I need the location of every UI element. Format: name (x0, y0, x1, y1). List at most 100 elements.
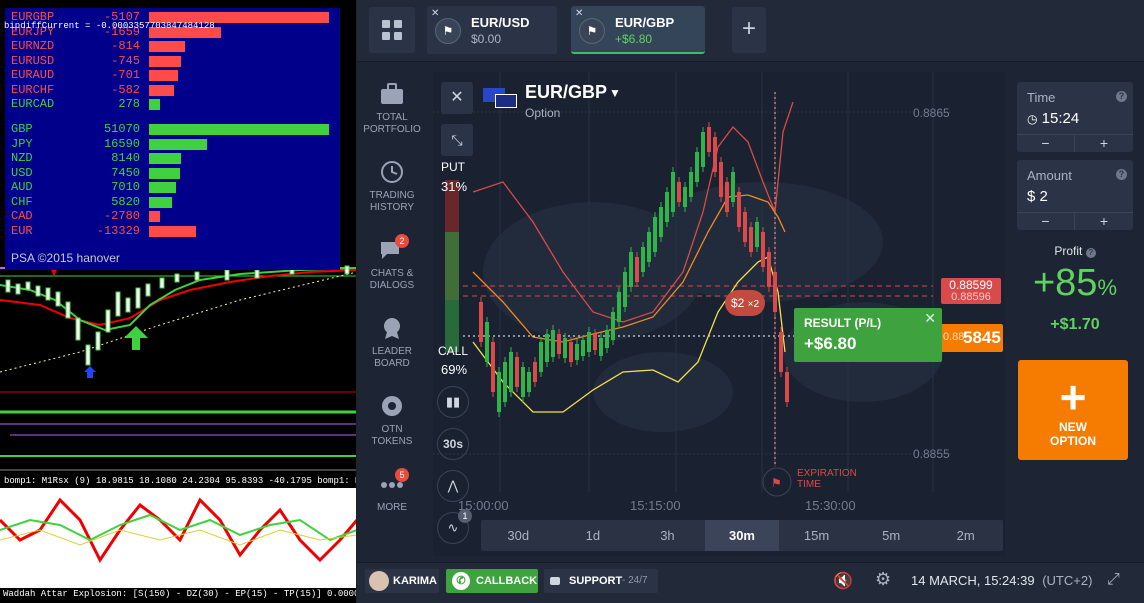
briefcase-icon (379, 82, 405, 106)
strength-name: NZD (11, 151, 33, 165)
price-chart[interactable]: 15:00:00 15:15:00 15:30:00 0.8865 0.8855… (433, 72, 1005, 556)
asset-tab-eurgbp[interactable]: ✕ ⚑ EUR/GBP +$6.80 (571, 6, 705, 54)
collapse-button[interactable]: ⤡ (441, 124, 473, 156)
level-price-a: 0.88599 (949, 278, 993, 292)
call-label: CALL (438, 344, 469, 358)
sidebar-item-otn-tokens[interactable]: OTN TOKENS (357, 394, 427, 448)
help-icon[interactable]: ? (1116, 91, 1127, 102)
chart-asset-name: EUR/GBP (525, 82, 608, 102)
strength-bar (149, 99, 160, 110)
expiration-label: EXPIRATION TIME (797, 468, 857, 490)
timeframe-15m[interactable]: 15m (779, 520, 854, 551)
support-button[interactable]: SUPPORT - 24/7 (544, 569, 658, 593)
close-result-icon[interactable]: ✕ (924, 310, 936, 327)
strength-name: EURCAD (11, 97, 55, 111)
time-value[interactable]: ◷ 15:24 (1027, 110, 1079, 127)
timeframe-2m[interactable]: 2m (928, 520, 1003, 551)
strength-value: -582 (111, 82, 140, 97)
waddah-label: Waddah Attar Explosion: [S(150) - DZ(30)… (3, 589, 357, 599)
strength-name: CHF (11, 194, 33, 209)
timeframe-30m[interactable]: 30m (704, 520, 780, 551)
timeframe-30d[interactable]: 30d (481, 520, 556, 551)
help-icon[interactable]: ? (1085, 248, 1096, 258)
strength-name: EUR (11, 223, 33, 238)
current-price-value: 5845 (963, 328, 1001, 347)
asset-grid-button[interactable] (369, 7, 415, 53)
deal-multiplier: ×2 (747, 299, 760, 310)
result-popup: RESULT (P/L) +$6.80 ✕ (794, 308, 942, 362)
fullscreen-icon[interactable]: ⤢ (1107, 571, 1120, 589)
user-profile-button[interactable]: KARIMA (365, 569, 439, 593)
strength-value: 16590 (103, 136, 140, 151)
sidebar-item-more[interactable]: 5 MORE (357, 468, 427, 514)
amount-plus-button[interactable]: + (1075, 212, 1133, 230)
sidebar-item-history[interactable]: TRADING HISTORY (357, 160, 427, 214)
asset-tab-name: EUR/GBP (615, 15, 675, 30)
sidebar-item-label: LEADER BOARD (371, 346, 412, 369)
settings-gear-icon[interactable]: ⚙ (875, 569, 891, 590)
timeframe-3h[interactable]: 3h (630, 520, 705, 551)
chevron-down-icon: ▼ (609, 86, 621, 100)
indicators-button[interactable]: ∿ 1 (437, 509, 472, 544)
time-plus-button[interactable]: + (1075, 134, 1133, 152)
history-icon (379, 160, 405, 184)
strength-bar (149, 70, 178, 81)
callback-button[interactable]: ✆ CALLBACK (446, 569, 538, 593)
timer-button[interactable]: 30s (437, 428, 469, 460)
sidebar-item-portfolio[interactable]: TOTAL PORTFOLIO (357, 82, 427, 136)
medal-icon (379, 316, 405, 340)
new-option-button[interactable]: + NEW OPTION (1018, 360, 1128, 460)
asset-tab-eurusd[interactable]: ✕ ⚑ EUR/USD $0.00 (427, 6, 557, 54)
timeframe-5m[interactable]: 5m (854, 520, 929, 551)
date-time: 14 MARCH, 15:24:39 (UTC+2) (911, 573, 1092, 588)
drawing-tools-button[interactable]: ⋀ (437, 470, 469, 502)
level-price-b: 0.88596 (951, 291, 991, 303)
timezone: (UTC+2) (1042, 573, 1093, 588)
result-title: RESULT (P/L) (804, 316, 882, 330)
time-minus-button[interactable]: − (1017, 134, 1075, 152)
strength-name: EURCHF (11, 82, 55, 97)
mute-icon[interactable]: 🔇 (833, 571, 853, 591)
asset-tab-value: +$6.80 (615, 32, 653, 46)
strength-value: 278 (118, 97, 140, 111)
trading-platform: ✕ ⚑ EUR/USD $0.00 ✕ ⚑ EUR/GBP +$6.80 + T… (357, 0, 1144, 603)
sidebar-item-label: TOTAL PORTFOLIO (363, 112, 421, 135)
strength-value: -814 (111, 39, 140, 53)
strength-value: -701 (111, 68, 140, 82)
chart-type-button[interactable]: ▮▮ (437, 386, 469, 418)
put-label: PUT (441, 160, 465, 174)
more-icon: 5 (379, 468, 409, 496)
strength-name: EURUSD (11, 53, 55, 68)
time-box: Time ? ◷ 15:24 − + (1017, 82, 1133, 152)
call-percentage: 69% (441, 362, 468, 377)
strength-value: 7450 (111, 165, 140, 180)
timeframe-1d[interactable]: 1d (556, 520, 631, 551)
amount-minus-button[interactable]: − (1017, 212, 1075, 230)
indicator-icon: ∿ (447, 520, 459, 535)
indicator-copyright: PSA ©2015 hanover (11, 251, 120, 265)
new-option-label: NEW OPTION (1049, 420, 1096, 448)
strength-bar (149, 138, 207, 150)
token-icon (379, 394, 405, 418)
strength-bar (149, 167, 180, 179)
bipdiff-readout: bipdiffCurrent = -0.0003357703847484128 (4, 21, 215, 31)
avatar (369, 571, 389, 591)
close-tab-icon[interactable]: ✕ (575, 8, 583, 19)
result-value: +$6.80 (804, 334, 857, 353)
top-bar: ✕ ⚑ EUR/USD $0.00 ✕ ⚑ EUR/GBP +$6.80 + (357, 0, 1144, 62)
checkered-flag-icon: ⚑ (435, 18, 461, 44)
help-icon[interactable]: ? (1116, 169, 1127, 180)
oscillator-label: bomp1: M1Rsx (9) 18.9815 18.1080 24.2304… (4, 476, 356, 486)
sidebar-item-chats[interactable]: 2 CHATS & DIALOGS (357, 234, 427, 292)
add-asset-tab-button[interactable]: + (732, 7, 766, 53)
close-chart-button[interactable]: ✕ (441, 82, 473, 114)
sidebar-item-leaderboard[interactable]: LEADER BOARD (357, 316, 427, 370)
support-hours: - 24/7 (622, 575, 648, 586)
close-tab-icon[interactable]: ✕ (431, 8, 439, 19)
currency-strength-meter: EURGBP -5107 EURJPY -1659 EURNZD -814 EURUSD -7… (5, 8, 340, 270)
deal-bubble[interactable]: $2 ×2 (725, 290, 765, 316)
bottom-bar: KARIMA ✆ CALLBACK SUPPORT - 24/7 🔇 ⚙ 14 … (357, 562, 1144, 603)
amount-input[interactable]: $ 2 (1027, 188, 1048, 205)
indicator-badge: 1 (458, 509, 472, 523)
strength-value: -745 (111, 53, 140, 68)
